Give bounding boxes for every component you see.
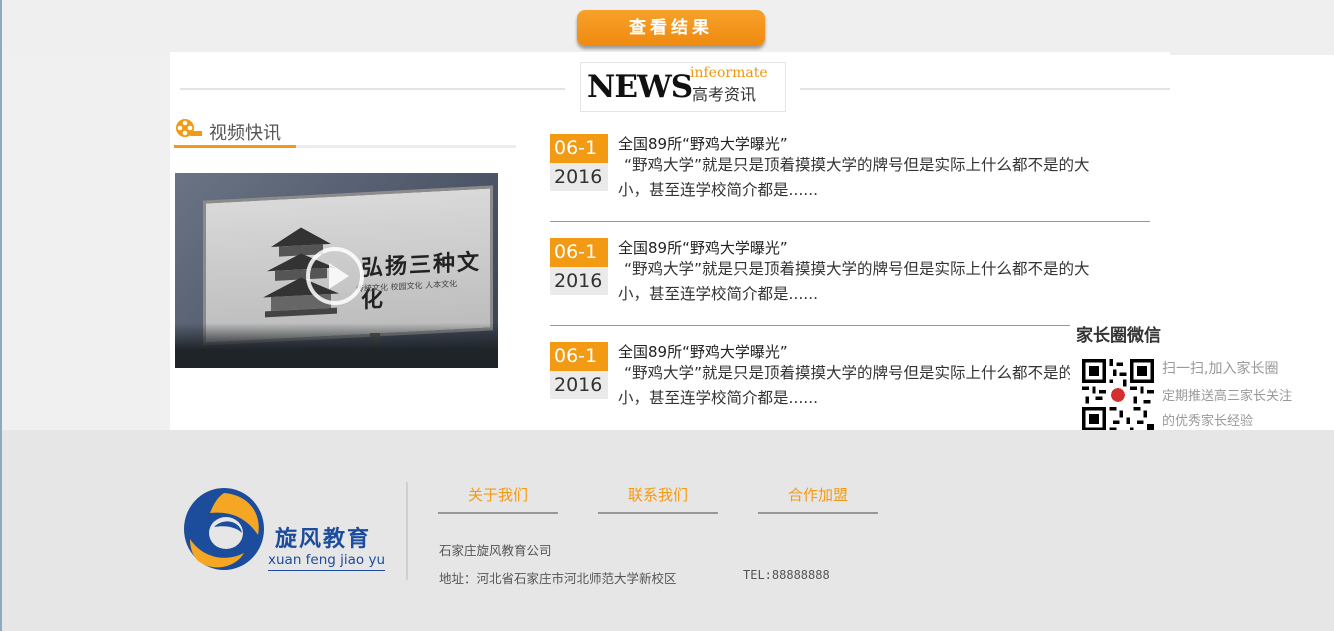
company-logo-icon: [184, 488, 264, 570]
news-item[interactable]: 06-1 2016 全国89所“野鸡大学曝光” “野鸡大学”就是只是顶着摸摸大学…: [550, 341, 1150, 431]
news-date-day: 06-1: [550, 238, 608, 267]
news-chinese-label: 高考资讯: [692, 85, 757, 104]
news-item-title[interactable]: 全国89所“野鸡大学曝光”: [618, 237, 788, 258]
logo-chinese-name: 旋风教育: [275, 527, 372, 552]
news-date-day: 06-1: [550, 342, 608, 371]
news-header-rule-right: [800, 88, 1170, 90]
news-date-year: 2016: [550, 267, 608, 295]
news-word: NEWS: [587, 69, 693, 105]
news-item-title[interactable]: 全国89所“野鸡大学曝光”: [618, 133, 788, 154]
logo-english-name: xuan feng jiao yu: [268, 552, 386, 571]
news-item[interactable]: 06-1 2016 全国89所“野鸡大学曝光” “野鸡大学”就是只是顶着摸摸大学…: [550, 133, 1150, 223]
news-date-year: 2016: [550, 371, 608, 399]
news-item[interactable]: 06-1 2016 全国89所“野鸡大学曝光” “野鸡大学”就是只是顶着摸摸大学…: [550, 237, 1150, 327]
news-item-desc: “野鸡大学”就是只是顶着摸摸大学的牌号但是实际上什么都不是的大小，甚至连学校简介…: [618, 260, 1090, 303]
news-separator: [550, 325, 1150, 326]
footer-telephone: TEL:88888888: [743, 568, 830, 582]
view-results-button[interactable]: 查看结果: [577, 10, 765, 46]
news-date-day: 06-1: [550, 134, 608, 163]
news-item-desc: “野鸡大学”就是只是顶着摸摸大学的牌号但是实际上什么都不是的大小，甚至连学校简介…: [618, 156, 1090, 199]
news-item-desc: “野鸡大学”就是只是顶着摸摸大学的牌号但是实际上什么都不是的大小，甚至连学校简介…: [618, 364, 1090, 407]
wechat-line-3: 的优秀家长经验: [1162, 414, 1254, 429]
trees-silhouette: [175, 323, 498, 368]
film-reel-icon: [176, 119, 202, 137]
footer-address: 地址：河北省石家庄市河北师范大学新校区: [439, 571, 677, 586]
video-title-underline-accent: [174, 145, 296, 148]
footer-divider: [406, 482, 408, 580]
news-header-rule-left: [180, 88, 565, 90]
wechat-panel-title: 家长圈微信: [1076, 326, 1161, 346]
news-english-label: infeormate: [690, 65, 768, 81]
news-separator: [550, 221, 1150, 222]
play-icon[interactable]: [306, 247, 364, 305]
news-item-title[interactable]: 全国89所“野鸡大学曝光”: [618, 341, 788, 362]
footer-company-name: 石家庄旋风教育公司: [439, 543, 552, 558]
footer-link-contact[interactable]: 联系我们: [598, 484, 718, 514]
footer-link-about[interactable]: 关于我们: [438, 484, 558, 514]
news-header-badge: NEWS infeormate 高考资讯: [580, 62, 786, 112]
wechat-floating-panel: 家长圈微信 扫一扫,加入家长圈 定期推送高三家长关注 的优秀家长经验: [1070, 318, 1316, 442]
footer-link-partnership[interactable]: 合作加盟: [758, 484, 878, 514]
news-date-year: 2016: [550, 163, 608, 191]
qr-code-icon[interactable]: [1082, 359, 1154, 431]
wechat-line-1: 扫一扫,加入家长圈: [1162, 361, 1279, 377]
video-thumbnail[interactable]: 弘扬三种文化 传统文化 校园文化 人本文化: [175, 173, 498, 368]
video-section-title: 视频快讯: [209, 123, 281, 144]
wechat-line-2: 定期推送高三家长关注: [1162, 389, 1293, 404]
